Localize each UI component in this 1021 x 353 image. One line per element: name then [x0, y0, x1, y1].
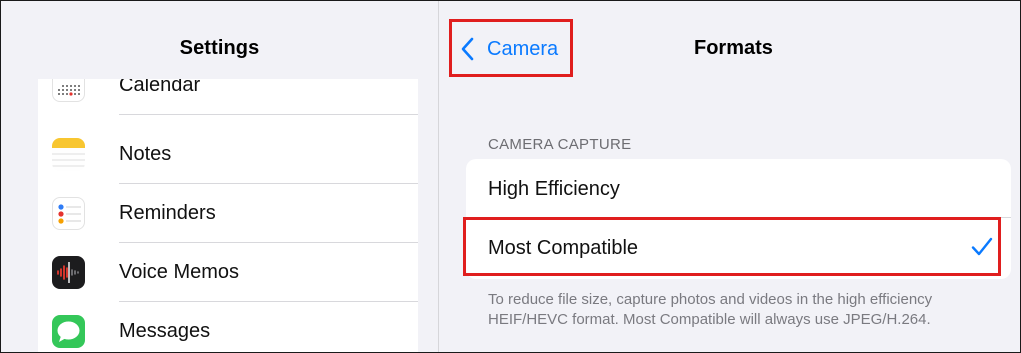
sidebar-item-notes[interactable]: Notes	[38, 125, 418, 184]
sidebar-list: Calendar Notes Reminders Voice Memos Mes…	[38, 79, 418, 352]
calendar-icon	[52, 79, 85, 102]
messages-icon	[52, 315, 85, 348]
sidebar-item-label: Voice Memos	[119, 261, 240, 283]
sidebar-item-label: Calendar	[119, 79, 201, 96]
sidebar: Settings Calendar Notes Reminders Voice …	[1, 1, 439, 352]
divider	[119, 114, 418, 115]
chevron-left-icon	[460, 37, 476, 66]
format-options-group: High Efficiency Most Compatible	[466, 159, 1011, 279]
sidebar-item-label: Notes	[119, 143, 172, 165]
settings-window: Settings Calendar Notes Reminders Voice …	[0, 0, 1021, 353]
option-label: Most Compatible	[488, 237, 639, 259]
back-button-label: Camera	[487, 38, 559, 60]
section-header: CAMERA CAPTURE	[488, 136, 632, 153]
voice-memos-icon	[52, 256, 85, 289]
checkmark-icon	[971, 237, 993, 262]
option-high-efficiency[interactable]: High Efficiency	[466, 159, 1011, 218]
footer-description: To reduce file size, capture photos and …	[488, 291, 933, 328]
page-title: Formats	[694, 37, 773, 59]
option-label: High Efficiency	[488, 178, 620, 200]
reminders-icon	[52, 197, 85, 230]
sidebar-item-voice-memos[interactable]: Voice Memos	[38, 243, 418, 302]
sidebar-item-calendar[interactable]: Calendar	[38, 79, 418, 115]
sidebar-item-reminders[interactable]: Reminders	[38, 184, 418, 243]
sidebar-title: Settings	[179, 37, 260, 59]
back-button[interactable]: Camera	[449, 19, 573, 77]
notes-icon	[52, 138, 85, 171]
sidebar-item-label: Reminders	[119, 202, 216, 224]
sidebar-item-label: Messages	[119, 320, 211, 342]
sidebar-item-messages[interactable]: Messages	[38, 302, 418, 352]
option-most-compatible[interactable]: Most Compatible	[466, 218, 1011, 277]
detail-pane: Camera Formats CAMERA CAPTURE High Effic…	[439, 1, 1020, 352]
